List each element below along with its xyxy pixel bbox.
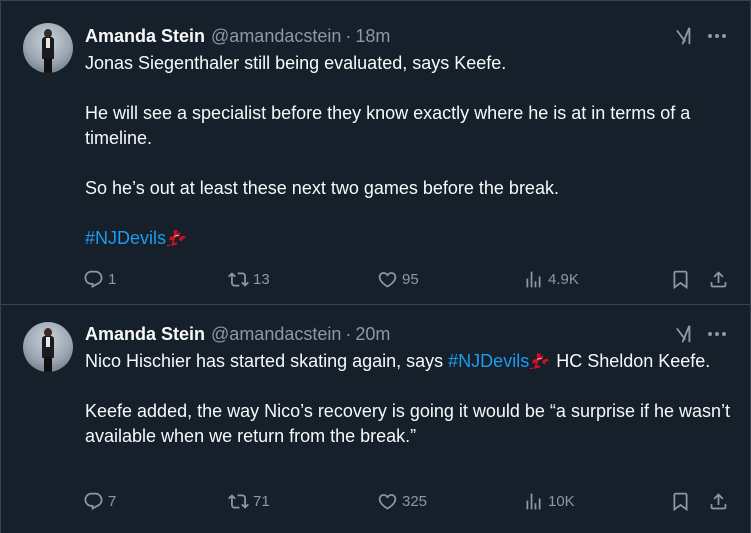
author-name[interactable]: Amanda Stein [85,26,205,47]
tweet-line-text: Nico Hischier has started skating again,… [85,351,449,371]
repost-button[interactable]: 13 [228,265,270,293]
like-button[interactable]: 95 [377,265,419,293]
avatar[interactable] [23,23,73,73]
repost-button[interactable]: 71 [228,487,270,515]
share-button[interactable] [708,265,729,293]
tweet-actions: 7 71 325 10K [83,487,743,515]
timestamp[interactable]: 20m [355,324,390,345]
author-handle[interactable]: @amandacstein [211,26,341,47]
tweet[interactable]: Amanda Stein @amandacstein · 20m Nico Hi… [1,305,750,533]
reply-button[interactable]: 1 [83,265,116,293]
views-icon [523,491,544,512]
tweet-header: Amanda Stein @amandacstein · 18m [85,25,390,47]
repost-count: 13 [253,270,270,288]
like-icon [377,269,398,290]
tweet-actions: 1 13 95 4.9K [83,265,743,293]
views-count: 4.9K [548,270,579,288]
tweet[interactable]: Amanda Stein @amandacstein · 18m Jonas S… [1,0,750,305]
reply-icon [83,491,104,512]
author-name[interactable]: Amanda Stein [85,324,205,345]
tweet-line: Keefe added, the way Nico’s recovery is … [85,401,731,446]
tweet-line: He will see a specialist before they kno… [85,103,691,148]
devils-emoji [166,229,188,247]
tweet-header: Amanda Stein @amandacstein · 20m [85,323,390,345]
views-button[interactable]: 4.9K [523,265,579,293]
reply-button[interactable]: 7 [83,487,116,515]
avatar[interactable] [23,322,73,372]
grok-icon[interactable] [674,26,694,46]
devils-emoji [529,352,551,370]
like-icon [377,491,398,512]
bookmark-icon [670,269,691,290]
separator: · [345,323,352,344]
share-button[interactable] [708,487,729,515]
like-button[interactable]: 325 [377,487,427,515]
views-button[interactable]: 10K [523,487,575,515]
more-icon[interactable] [706,324,728,344]
grok-icon[interactable] [674,324,694,344]
bookmark-icon [670,491,691,512]
repost-count: 71 [253,492,270,510]
bookmark-button[interactable] [670,487,691,515]
bookmark-button[interactable] [670,265,691,293]
more-icon[interactable] [706,26,728,46]
tweet-text: Jonas Siegenthaler still being evaluated… [85,51,735,251]
views-count: 10K [548,492,575,510]
repost-icon [228,269,249,290]
author-handle[interactable]: @amandacstein [211,324,341,345]
tweet-line-text: HC Sheldon Keefe. [551,351,711,371]
hashtag-link[interactable]: #NJDevils [448,351,529,371]
repost-icon [228,491,249,512]
share-icon [708,269,729,290]
timeline: Amanda Stein @amandacstein · 18m Jonas S… [0,0,751,533]
separator: · [345,25,352,46]
timestamp[interactable]: 18m [355,26,390,47]
like-count: 95 [402,270,419,288]
tweet-line: So he’s out at least these next two game… [85,178,559,198]
share-icon [708,491,729,512]
hashtag-link[interactable]: #NJDevils [85,228,166,248]
reply-count: 1 [108,270,117,288]
reply-icon [83,269,104,290]
reply-count: 7 [108,492,117,510]
tweet-text: Nico Hischier has started skating again,… [85,349,735,449]
like-count: 325 [402,492,428,510]
tweet-line: Jonas Siegenthaler still being evaluated… [85,53,507,73]
views-icon [523,269,544,290]
